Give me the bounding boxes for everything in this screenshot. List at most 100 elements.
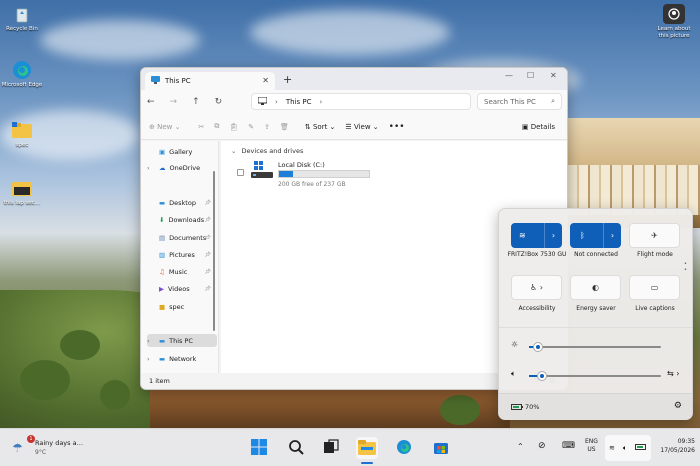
live-captions-toggle[interactable]: ▭ [629, 275, 680, 300]
close-window-button[interactable]: ✕ [550, 71, 557, 80]
page-indicator[interactable]: • • [684, 261, 687, 273]
sort-label: Sort [312, 122, 328, 131]
pin-icon[interactable]: 📌︎ [205, 217, 211, 223]
downloads-icon: ⬇ [159, 215, 165, 224]
weather-widget[interactable]: ☂ 1 Rainy days a… 9°C [10, 435, 90, 461]
details-button[interactable]: ▣ Details [522, 123, 555, 131]
system-tray-quick-settings[interactable]: ≋ 🔈︎ [605, 435, 651, 461]
paste-icon[interactable]: 📋︎ [229, 123, 238, 131]
rename-icon[interactable]: ✎ [248, 123, 254, 131]
desktop-icon-spec[interactable]: spec [0, 120, 44, 149]
sidebar-item-music[interactable]: ♫ Music 📌︎ [147, 265, 217, 278]
this-pc-icon: ▬ [159, 336, 166, 345]
expand-chevron-icon[interactable]: › [147, 337, 155, 345]
pin-icon[interactable]: 📌︎ [205, 286, 211, 292]
sidebar-item-label: Gallery [169, 147, 193, 156]
collapse-chevron-icon[interactable]: ⌄ [231, 147, 236, 155]
battery-icon [635, 444, 647, 452]
search-button[interactable] [285, 437, 307, 459]
pin-icon[interactable]: 📌︎ [205, 200, 211, 206]
show-hidden-icons-chevron-icon[interactable]: ⌃ [517, 442, 524, 451]
sort-button[interactable]: ⇅ Sort ⌄ [305, 123, 336, 131]
expand-chevron-icon[interactable]: › [147, 164, 155, 172]
file-explorer-taskbar-button[interactable] [356, 437, 378, 459]
breadcrumb-this-pc[interactable]: This PC [286, 98, 312, 106]
volume-icon[interactable]: 🔈︎ [511, 369, 516, 379]
search-input[interactable]: Search This PC [484, 98, 536, 106]
volume-slider[interactable] [529, 372, 661, 380]
bluetooth-icon: ᛒ [580, 231, 585, 240]
file-icon [11, 178, 33, 198]
brightness-slider[interactable] [529, 343, 661, 351]
language-indicator[interactable]: ENG US [585, 438, 598, 454]
bluetooth-toggle[interactable]: ᛒ › [570, 223, 621, 248]
volume-thumb[interactable] [538, 372, 547, 380]
tab-this-pc[interactable]: This PC ✕ [145, 72, 275, 90]
close-tab-icon[interactable]: ✕ [262, 76, 269, 85]
cut-icon[interactable]: ✂ [198, 123, 204, 131]
new-tab-button[interactable]: + [283, 73, 292, 86]
sidebar-item-gallery[interactable]: ▣ Gallery [147, 145, 217, 158]
delete-icon[interactable]: 🗑︎ [280, 123, 289, 131]
sidebar-item-label: Pictures [169, 250, 195, 259]
desktop-icon-file[interactable]: this lap sec… [0, 178, 44, 207]
start-button[interactable] [248, 437, 270, 459]
task-view-button[interactable] [320, 437, 342, 459]
brightness-thumb[interactable] [534, 343, 543, 351]
sidebar-item-network[interactable]: › ▬ Network [147, 352, 217, 365]
refresh-icon[interactable]: ↻ [215, 97, 223, 107]
back-arrow-icon[interactable]: ← [147, 97, 155, 107]
sidebar-item-documents[interactable]: ▤ Documents 📌︎ [147, 231, 217, 244]
wifi-toggle[interactable]: ≋ › [511, 223, 562, 248]
address-bar[interactable]: › This PC › [251, 93, 471, 110]
view-button[interactable]: ☰ View ⌄ [345, 123, 378, 131]
section-devices-and-drives[interactable]: ⌄ Devices and drives [231, 147, 303, 155]
keyboard-icon[interactable]: ⌨ [562, 441, 575, 451]
desktop-icon-edge[interactable]: Microsoft Edge [0, 60, 44, 89]
sidebar-item-onedrive[interactable]: › ☁ OneDrive [147, 161, 217, 174]
sidebar-item-spec[interactable]: ■ spec [147, 300, 217, 313]
share-icon[interactable]: ⇪ [264, 123, 270, 131]
copy-icon[interactable]: ⧉ [214, 122, 219, 131]
store-taskbar-button[interactable] [430, 437, 452, 459]
settings-gear-icon[interactable]: ⚙ [674, 401, 682, 411]
no-network-icon[interactable]: ⊘ [538, 441, 546, 451]
up-arrow-icon[interactable]: ↑ [192, 97, 200, 107]
minimize-button[interactable]: — [505, 71, 513, 80]
breadcrumb-chevron-icon[interactable]: › [275, 98, 278, 106]
sidebar-item-desktop[interactable]: ▬ Desktop 📌︎ [147, 196, 217, 209]
pin-icon[interactable]: 📌︎ [205, 235, 211, 241]
accessibility-button[interactable]: ♿︎ › [511, 275, 562, 300]
language-code: ENG [585, 438, 598, 445]
select-checkbox[interactable] [237, 169, 244, 176]
drive-item-local-disk[interactable]: Local Disk (C:) 200 GB free of 237 GB [235, 161, 385, 189]
sidebar-item-pictures[interactable]: ▨ Pictures 📌︎ [147, 248, 217, 261]
audio-output-icon[interactable]: ⇆ › [667, 369, 679, 378]
desktop-icon-label: spec [15, 142, 29, 148]
maximize-button[interactable]: ☐ [527, 71, 534, 80]
sidebar-scrollbar[interactable] [213, 171, 215, 331]
sidebar-item-this-pc[interactable]: › ▬ This PC [147, 334, 217, 347]
breadcrumb-chevron-icon[interactable]: › [319, 98, 322, 106]
more-options-icon[interactable]: ••• [389, 122, 405, 132]
sidebar-item-videos[interactable]: ▶ Videos 📌︎ [147, 282, 217, 295]
edge-taskbar-button[interactable] [393, 437, 415, 459]
clock[interactable]: 09:35 17/05/2026 [655, 437, 695, 455]
sidebar-item-label: Videos [168, 284, 190, 293]
desktop-icon-recycle-bin[interactable]: Recycle Bin [0, 4, 44, 33]
new-button[interactable]: ⊕ New ⌄ [149, 123, 180, 131]
expand-chevron-icon[interactable]: › [147, 355, 155, 363]
forward-arrow-icon[interactable]: → [170, 97, 178, 107]
desktop-icon-learn-picture[interactable]: Learn about this picture [652, 4, 696, 40]
sidebar-item-downloads[interactable]: ⬇ Downloads 📌︎ [147, 213, 217, 226]
pin-icon[interactable]: 📌︎ [205, 269, 211, 275]
bluetooth-expand-chevron-icon[interactable]: › [603, 223, 621, 248]
pin-icon[interactable]: 📌︎ [205, 252, 211, 258]
energy-saver-toggle[interactable]: ◐ [570, 275, 621, 300]
search-box[interactable]: Search This PC ⌕ [477, 93, 562, 110]
documents-icon: ▤ [159, 233, 166, 242]
section-header: Devices and drives [241, 147, 304, 155]
wifi-expand-chevron-icon[interactable]: › [544, 223, 562, 248]
flight-mode-toggle[interactable]: ✈ [629, 223, 680, 248]
battery-icon[interactable] [511, 404, 523, 412]
